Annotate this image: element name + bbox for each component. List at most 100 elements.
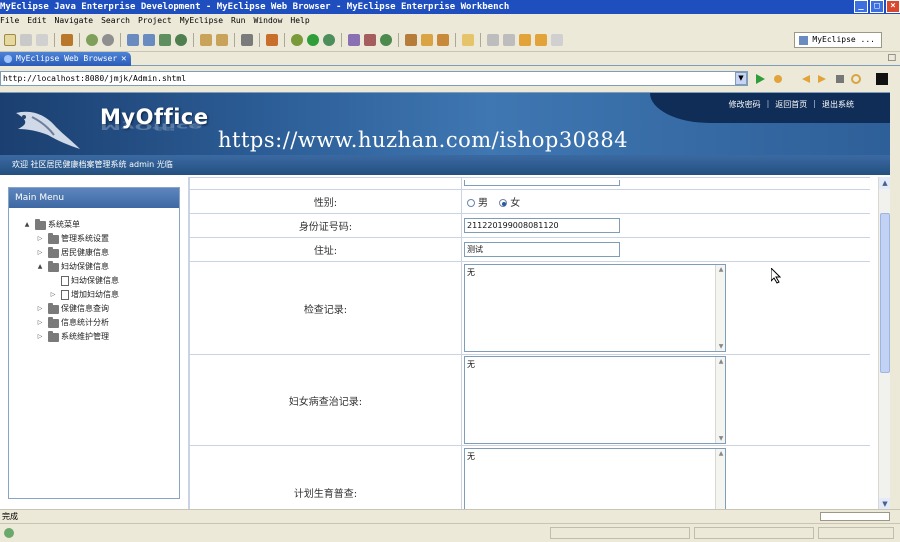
open-type-icon[interactable] — [405, 33, 417, 46]
sidebar-item[interactable]: ▷ 系统维护管理 — [9, 330, 179, 344]
menu-run[interactable]: Run — [231, 14, 245, 28]
perspective-switcher[interactable]: MyEclipse ... — [794, 32, 882, 48]
expanded-icon[interactable]: ▲ — [23, 218, 31, 232]
run-icon[interactable] — [307, 33, 319, 46]
print-icon[interactable] — [36, 33, 48, 46]
maximize-editor-icon[interactable]: □ — [887, 53, 896, 63]
url-input[interactable]: http://localhost:8080/jmjk/Admin.shtml — [0, 71, 748, 86]
page-scrollbar[interactable]: ▲ ▼ — [878, 177, 890, 509]
pencil-icon[interactable] — [421, 33, 433, 46]
home-link[interactable]: 返回首页 — [775, 99, 807, 110]
gyn-record-textarea[interactable]: 无 ▲ ▼ — [464, 356, 726, 444]
previous-annotation-icon[interactable] — [503, 33, 515, 46]
back-icon[interactable] — [800, 73, 812, 85]
folder-icon — [48, 316, 59, 328]
sidebar-item[interactable]: ▲ 妇幼保健信息 — [9, 260, 179, 274]
outer-scrollbar[interactable] — [890, 92, 900, 509]
menu-window[interactable]: Window — [254, 14, 283, 28]
refresh-icon[interactable] — [380, 33, 392, 46]
scroll-thumb[interactable] — [880, 213, 890, 373]
exam-record-textarea[interactable]: 无 ▲ ▼ — [464, 264, 726, 352]
collapsed-icon[interactable]: ▷ — [49, 288, 57, 302]
status-text: 完成 — [2, 512, 18, 521]
package-icon[interactable] — [61, 33, 73, 46]
collapsed-icon[interactable]: ▷ — [36, 246, 44, 260]
external-tools-icon[interactable] — [323, 33, 335, 46]
collapsed-icon[interactable]: ▷ — [36, 330, 44, 344]
sidebar-item[interactable]: ▷ 保健信息查询 — [9, 302, 179, 316]
new-icon[interactable] — [4, 33, 16, 46]
gender-male-radio[interactable] — [467, 199, 475, 207]
collapsed-icon[interactable]: ▷ — [36, 232, 44, 246]
favorites-icon[interactable] — [772, 73, 784, 85]
menu-myeclipse[interactable]: MyEclipse — [180, 14, 223, 28]
menu-tree: ▲ 系统菜单 ▷ 管理系统设置 ▷ 居民健康信息 ▲ 妇幼保健信息 妇幼保健信息 ▷ 增加妇幼信息 ▷… — [9, 208, 179, 344]
folder-icon — [48, 232, 59, 244]
sidebar-item-label: 系统菜单 — [48, 220, 80, 229]
menu-navigate[interactable]: Navigate — [55, 14, 94, 28]
bug-icon[interactable] — [86, 33, 98, 46]
partial-input[interactable] — [464, 180, 620, 186]
gender-female-label: 女 — [510, 198, 521, 209]
sidebar-item[interactable]: ▷ 居民健康信息 — [9, 246, 179, 260]
folder-icon[interactable] — [200, 33, 212, 46]
save-icon[interactable] — [20, 33, 32, 46]
logout-link[interactable]: 退出系统 — [822, 99, 854, 110]
menu-edit[interactable]: Edit — [27, 14, 46, 28]
scroll-down-icon[interactable]: ▼ — [879, 498, 890, 509]
gender-female-radio[interactable] — [499, 199, 508, 207]
deploy-icon[interactable] — [127, 33, 139, 46]
link-separator: | — [766, 99, 770, 108]
next-annotation-icon[interactable] — [487, 33, 499, 46]
family-planning-textarea[interactable]: 无 ▲▼ — [464, 448, 726, 509]
textarea-scrollbar[interactable]: ▲▼ — [715, 449, 725, 509]
scroll-up-icon[interactable]: ▲ — [879, 177, 890, 189]
expanded-icon[interactable]: ▲ — [36, 260, 44, 274]
sidebar: Main Menu ▲ 系统菜单 ▷ 管理系统设置 ▷ 居民健康信息 ▲ 妇幼保健信息 妇幼保健… — [8, 187, 180, 499]
build-icon[interactable] — [266, 33, 278, 46]
textarea-scrollbar[interactable]: ▲▼ — [715, 357, 725, 443]
collapsed-icon[interactable]: ▷ — [36, 316, 44, 330]
change-password-link[interactable]: 修改密码 — [729, 99, 761, 110]
stop-icon[interactable] — [834, 73, 846, 85]
sidebar-item[interactable]: ▲ 系统菜单 — [9, 218, 179, 232]
menu-project[interactable]: Project — [138, 14, 172, 28]
server-icon[interactable] — [143, 33, 155, 46]
toolbar-divider — [480, 32, 481, 47]
refresh-icon[interactable] — [850, 73, 862, 85]
menu-help[interactable]: Help — [290, 14, 309, 28]
perspective-icon — [799, 35, 809, 45]
textarea-scrollbar[interactable]: ▲▼ — [715, 265, 725, 351]
menu-search[interactable]: Search — [101, 14, 130, 28]
tab-close-icon[interactable]: ✕ — [121, 52, 126, 66]
console-icon[interactable] — [241, 33, 253, 46]
new-class-icon[interactable] — [348, 33, 360, 46]
gear-icon[interactable] — [102, 33, 114, 46]
back-icon[interactable] — [519, 33, 531, 46]
forward-icon[interactable] — [535, 33, 547, 46]
debug-icon[interactable] — [291, 33, 303, 46]
minimize-button[interactable]: _ — [854, 0, 868, 13]
forward-icon[interactable] — [816, 73, 828, 85]
close-window-button[interactable]: × — [886, 0, 900, 13]
open-folder-icon[interactable] — [216, 33, 228, 46]
annotation-icon[interactable] — [462, 33, 474, 46]
sidebar-item[interactable]: ▷ 管理系统设置 — [9, 232, 179, 246]
database-icon[interactable] — [159, 33, 171, 46]
url-dropdown-icon[interactable]: ▼ — [735, 72, 747, 85]
sidebar-item[interactable]: ▷ 增加妇幼信息 — [9, 288, 179, 302]
address-input[interactable]: 测试 — [464, 242, 620, 257]
screen-icon[interactable] — [876, 73, 888, 85]
sidebar-item[interactable]: 妇幼保健信息 — [9, 274, 179, 288]
sidebar-item[interactable]: ▷ 信息统计分析 — [9, 316, 179, 330]
go-icon[interactable] — [754, 73, 766, 85]
tab-myeclipse-web-browser[interactable]: MyEclipse Web Browser ✕ — [0, 52, 131, 66]
new-package-icon[interactable] — [364, 33, 376, 46]
maximize-button[interactable]: □ — [870, 0, 884, 13]
id-number-input[interactable]: 211220199008081120 — [464, 218, 620, 233]
collapsed-icon[interactable]: ▷ — [36, 302, 44, 316]
globe-icon[interactable] — [175, 33, 187, 46]
search-icon[interactable] — [437, 33, 449, 46]
menu-file[interactable]: File — [0, 14, 19, 28]
fast-view-icon[interactable] — [4, 528, 14, 538]
